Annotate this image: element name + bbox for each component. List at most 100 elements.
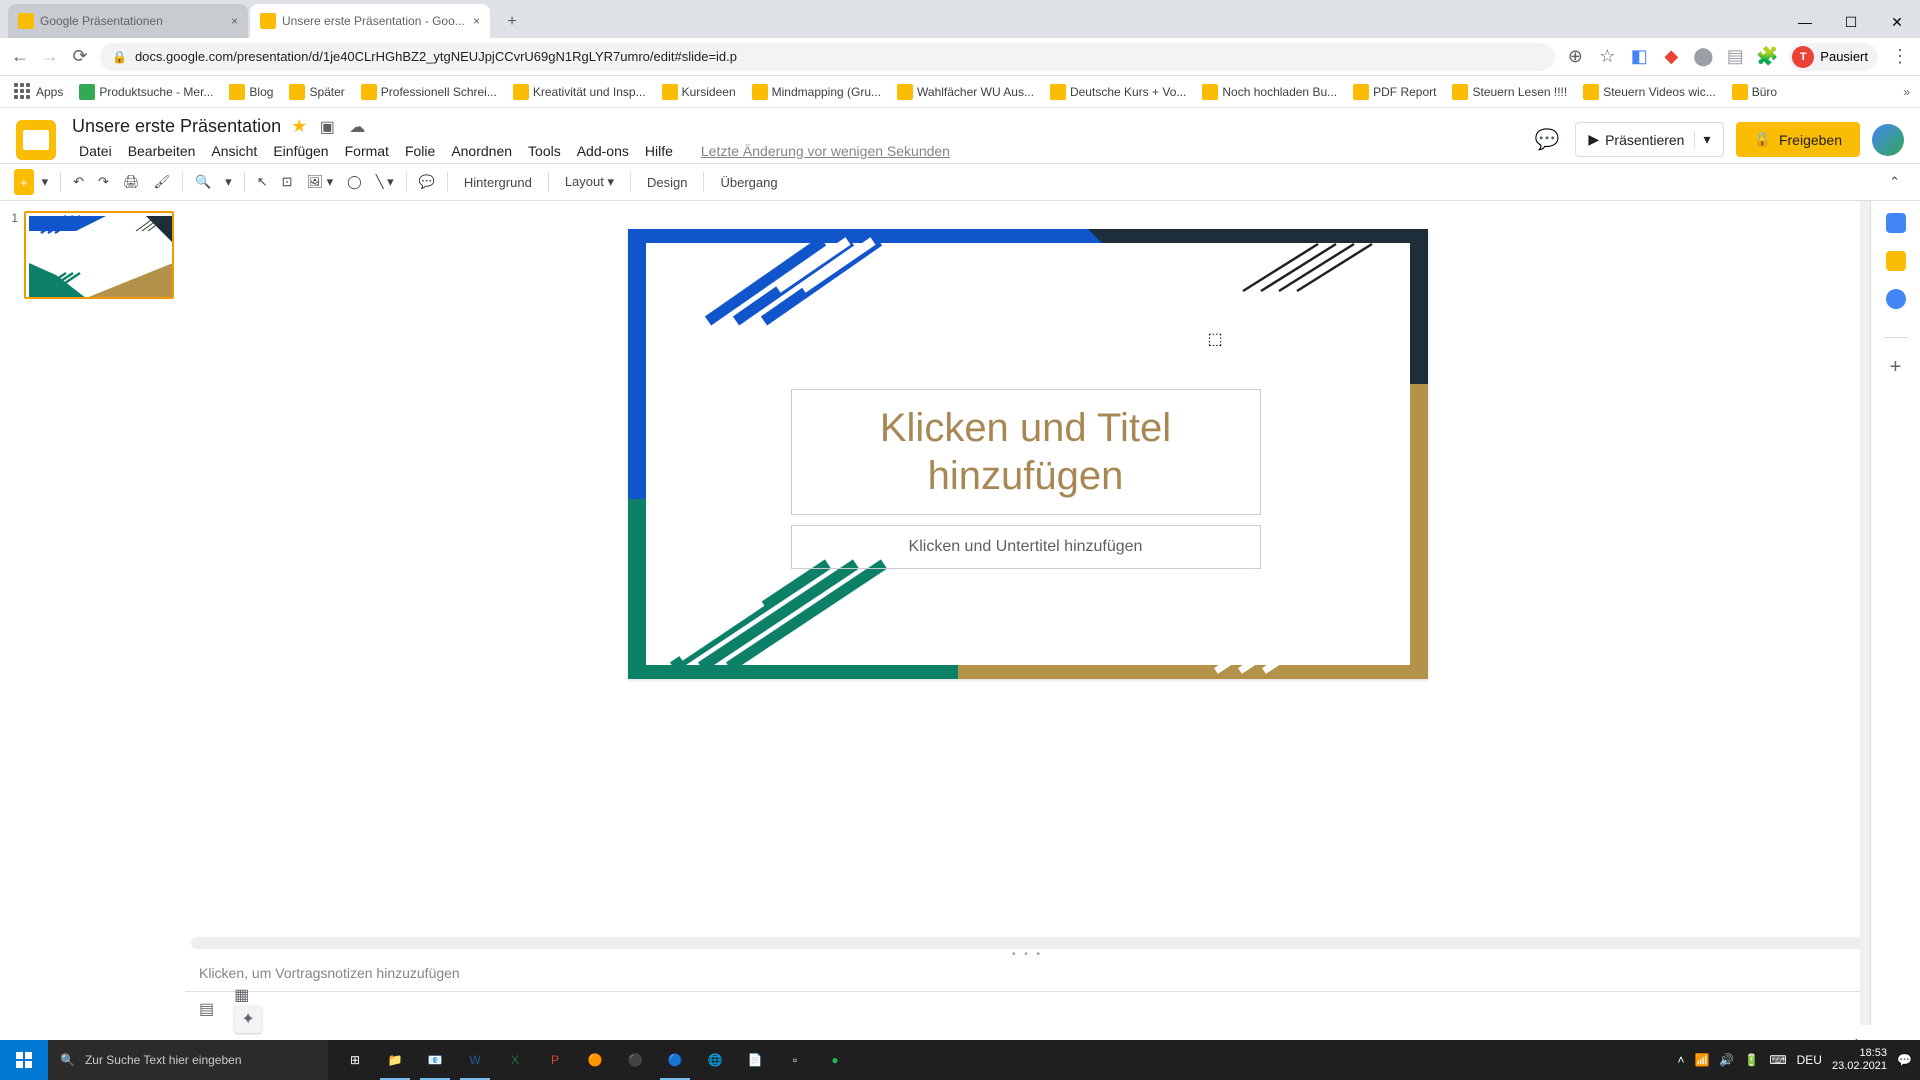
bookmark-item[interactable]: Produktsuche - Mer... [75,82,217,102]
bookmark-item[interactable]: PDF Report [1349,82,1440,102]
ext-icon-4[interactable]: ▤ [1725,47,1745,67]
browser-tab-1[interactable]: Google Präsentationen × [8,4,248,38]
star-icon[interactable]: ★ [291,116,307,137]
menu-datei[interactable]: Datei [72,139,119,163]
ext-icon-2[interactable]: ◆ [1661,47,1681,67]
calendar-icon[interactable] [1886,213,1906,233]
present-button[interactable]: ▶ Präsentieren ▾ [1575,122,1723,157]
redo-button[interactable]: ↷ [92,169,115,195]
keep-icon[interactable] [1886,251,1906,271]
bookmark-item[interactable]: Mindmapping (Gru... [748,82,885,102]
transition-button[interactable]: Übergang [710,171,787,194]
background-button[interactable]: Hintergrund [454,171,542,194]
image-tool[interactable]: 🖼 ▾ [301,169,340,195]
keyboard-icon[interactable]: ⌨ [1769,1053,1786,1067]
last-edit-text[interactable]: Letzte Änderung vor wenigen Sekunden [694,139,957,163]
grid-view-button[interactable]: ▦ ✦ › [234,985,262,1033]
chrome-icon[interactable]: 🔵 [656,1040,694,1080]
zoom-icon[interactable]: ⊕ [1565,47,1585,67]
extensions-icon[interactable]: 🧩 [1757,47,1777,67]
tasks-icon[interactable] [1886,289,1906,309]
bookmark-item[interactable]: Steuern Videos wic... [1579,82,1720,102]
horizontal-scrollbar[interactable] [191,937,1864,949]
print-button[interactable]: 🖨 [117,169,146,195]
bookmark-item[interactable]: Deutsche Kurs + Vo... [1046,82,1190,102]
slide-thumbnail-1[interactable] [24,211,174,299]
task-view-button[interactable]: ⊞ [336,1040,374,1080]
wifi-icon[interactable]: 📶 [1694,1053,1709,1067]
zoom-button[interactable]: 🔍 [189,169,217,195]
mail-icon[interactable]: 📧 [416,1040,454,1080]
forward-button[interactable]: → [40,47,60,67]
minimize-button[interactable]: — [1782,6,1828,38]
menu-ansicht[interactable]: Ansicht [204,139,264,163]
notes-resize-handle[interactable]: • • • [185,949,1870,959]
textbox-tool[interactable]: ⊡ [276,169,299,195]
tray-chevron-icon[interactable]: ˄ [1677,1053,1684,1067]
bookmark-item[interactable]: Später [285,82,348,102]
app-icon[interactable]: 🟠 [576,1040,614,1080]
menu-bearbeiten[interactable]: Bearbeiten [121,139,203,163]
subtitle-placeholder[interactable]: Klicken und Untertitel hinzufügen [791,525,1261,569]
taskbar-search[interactable]: 🔍 Zur Suche Text hier eingeben [48,1040,328,1080]
menu-icon[interactable]: ⋮ [1890,47,1910,67]
apps-button[interactable]: Apps [10,81,67,103]
filmstrip-view-button[interactable]: ▤ [199,999,214,1019]
slide-filmstrip[interactable]: 1 [0,201,185,1025]
undo-button[interactable]: ↶ [67,169,90,195]
maximize-button[interactable]: ☐ [1828,6,1874,38]
menu-tools[interactable]: Tools [521,139,568,163]
slide-canvas[interactable]: Klicken und Titel hinzufügen Klicken und… [628,229,1428,679]
select-tool[interactable]: ↖ [251,169,274,195]
address-bar[interactable]: 🔒 docs.google.com/presentation/d/1je40CL… [100,43,1555,71]
menu-folie[interactable]: Folie [398,139,442,163]
new-tab-button[interactable]: + [498,8,526,36]
ext-icon-1[interactable]: ◧ [1629,47,1649,67]
menu-einfuegen[interactable]: Einfügen [266,139,335,163]
bookmark-item[interactable]: Kursideen [658,82,740,102]
back-button[interactable]: ← [10,47,30,67]
close-icon[interactable]: × [231,14,238,28]
zoom-dropdown[interactable]: ▾ [219,169,238,195]
paint-format-button[interactable]: 🖌 [147,169,176,195]
speaker-notes[interactable]: Klicken, um Vortragsnotizen hinzuzufügen [185,959,1870,991]
move-icon[interactable]: ▣ [317,117,337,137]
menu-anordnen[interactable]: Anordnen [444,139,519,163]
explorer-icon[interactable]: 📁 [376,1040,414,1080]
notepad-icon[interactable]: 📄 [736,1040,774,1080]
new-slide-dropdown[interactable]: ▾ [36,169,55,195]
title-placeholder[interactable]: Klicken und Titel hinzufügen [791,389,1261,515]
spotify-icon[interactable]: ● [816,1040,854,1080]
bookmark-item[interactable]: Blog [225,82,277,102]
design-button[interactable]: Design [637,171,697,194]
menu-format[interactable]: Format [338,139,396,163]
obs-icon[interactable]: ⚫ [616,1040,654,1080]
collapse-toolbar-button[interactable]: ⌃ [1883,169,1906,195]
reload-button[interactable]: ⟳ [70,47,90,67]
add-addon-button[interactable]: + [1890,356,1902,379]
menu-addons[interactable]: Add-ons [570,139,636,163]
edge-icon[interactable]: 🌐 [696,1040,734,1080]
cloud-icon[interactable]: ☁ [347,117,367,137]
bookmark-item[interactable]: Professionell Schrei... [357,82,501,102]
bookmark-item[interactable]: Kreativität und Insp... [509,82,650,102]
layout-button[interactable]: Layout ▾ [555,170,624,194]
powerpoint-icon[interactable]: P [536,1040,574,1080]
bookmark-item[interactable]: Wahlfächer WU Aus... [893,82,1038,102]
bookmark-overflow[interactable]: » [1903,85,1910,99]
user-avatar[interactable] [1872,124,1904,156]
star-icon[interactable]: ☆ [1597,47,1617,67]
bookmark-item[interactable]: Büro [1728,82,1781,102]
new-slide-button[interactable]: + [14,169,34,195]
word-icon[interactable]: W [456,1040,494,1080]
vertical-scrollbar[interactable] [1860,201,1870,1025]
bookmark-item[interactable]: Steuern Lesen !!!! [1448,82,1571,102]
browser-tab-2[interactable]: Unsere erste Präsentation - Goo... × [250,4,490,38]
comments-button[interactable]: 💬 [1531,124,1563,156]
close-window-button[interactable]: ✕ [1874,6,1920,38]
system-clock[interactable]: 18:53 23.02.2021 [1832,1047,1887,1073]
battery-icon[interactable]: 🔋 [1744,1053,1759,1067]
slides-logo[interactable] [16,120,56,160]
menu-hilfe[interactable]: Hilfe [638,139,680,163]
start-button[interactable] [0,1040,48,1080]
